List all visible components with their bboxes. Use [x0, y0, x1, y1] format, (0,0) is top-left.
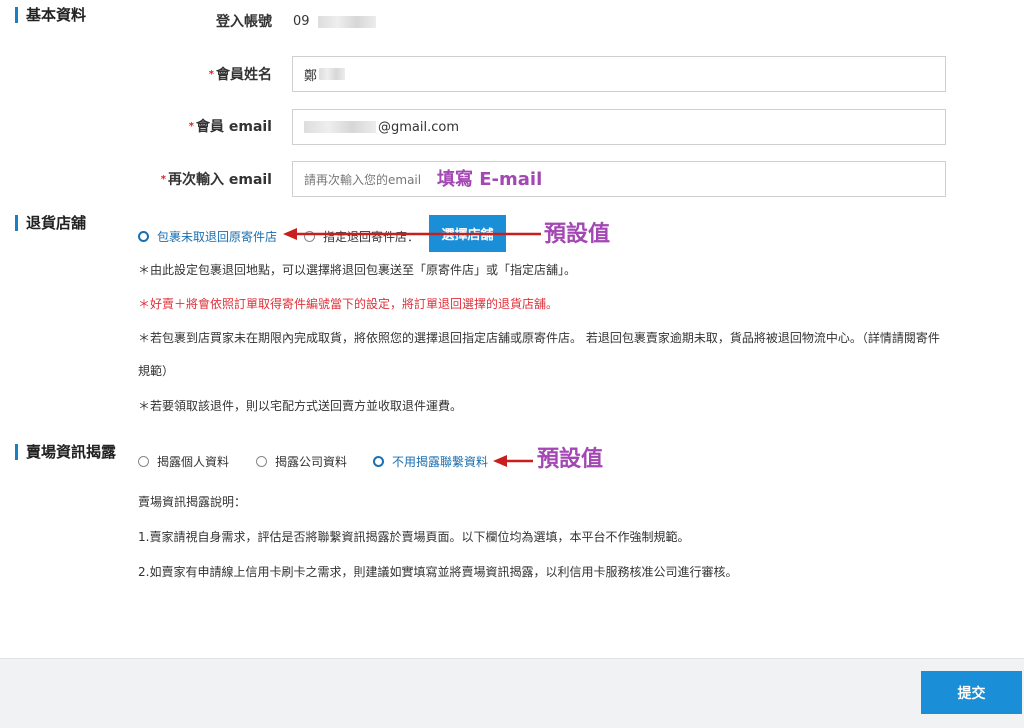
email2-label-text: 再次輸入 email	[167, 172, 272, 188]
radio-return-original-label: 包裹未取退回原寄件店	[157, 230, 278, 244]
email-value: @gmail.com	[378, 119, 460, 135]
radio-circle-selected	[138, 231, 149, 242]
annotation-arrow-icon	[493, 455, 533, 467]
account-value: 09	[293, 13, 376, 31]
radio-disclose-none-label: 不用揭露聯繫資料	[392, 455, 489, 469]
section-title-basic: 基本資料	[15, 6, 86, 24]
email-label: * 會員 email	[189, 118, 272, 136]
redacted-name	[319, 68, 346, 80]
account-label: 登入帳號	[216, 14, 272, 30]
settings-panel: 基本資料 登入帳號 09 * 會員姓名 鄭 * 會員 email @gmail.co…	[0, 0, 1024, 659]
name-field[interactable]: 鄭	[292, 56, 946, 92]
radio-circle	[138, 456, 149, 467]
radio-circle-selected	[373, 456, 384, 467]
return-note-3-cont: 規範）	[138, 364, 175, 378]
email-field[interactable]: @gmail.com	[292, 109, 946, 145]
radio-disclose-company[interactable]: 揭露公司資料	[256, 453, 347, 470]
annotation-default-return: 預設值	[544, 222, 611, 247]
disclosure-note-title: 賣場資訊揭露說明：	[138, 495, 247, 509]
email2-field[interactable]: 請再次輸入您的email	[292, 161, 946, 197]
return-note-1: ＊由此設定包裹退回地點，可以選擇將退回包裹送至「原寄件店」或「指定店舖」。	[138, 263, 577, 277]
required-mark: *	[188, 121, 194, 132]
section-title-return-store: 退貨店舖	[15, 214, 86, 232]
disclosure-note-1: 1.賣家請視自身需求，評估是否將聯繫資訊揭露於賣場頁面。以下欄位均為選填，本平台…	[138, 530, 690, 544]
name-label: * 會員姓名	[209, 66, 272, 84]
radio-disclose-personal[interactable]: 揭露個人資料	[138, 453, 229, 470]
return-note-3: ＊若包裹到店買家未在期限內完成取貨，將依照您的選擇退回指定店舖或原寄件店。 若退…	[138, 331, 940, 345]
annotation-arrow-icon	[283, 228, 541, 240]
radio-return-original[interactable]: 包裹未取退回原寄件店	[138, 228, 277, 245]
email2-placeholder: 請再次輸入您的email	[304, 172, 422, 187]
section-title-disclosure: 賣場資訊揭露	[15, 443, 116, 461]
annotation-fill-email: 填寫 E-mail	[437, 169, 543, 190]
disclosure-note-2: 2.如賣家有申請線上信用卡刷卡之需求，則建議如實填寫並將賣場資訊揭露，以利信用卡…	[138, 565, 738, 579]
name-value: 鄭	[304, 68, 318, 84]
return-note-2: ＊好賣＋將會依照訂單取得寄件編號當下的設定，將訂單退回選擇的退貨店舖。	[138, 297, 559, 311]
annotation-default-disclosure: 預設值	[537, 447, 604, 472]
radio-circle	[256, 456, 267, 467]
name-label-text: 會員姓名	[216, 67, 272, 83]
footer-bar	[0, 659, 1024, 728]
radio-disclose-company-label: 揭露公司資料	[275, 455, 348, 469]
email2-label: * 再次輸入 email	[161, 171, 272, 189]
account-value-text: 09	[293, 14, 310, 29]
return-note-4: ＊若要領取該退件，則以宅配方式送回賣方並收取退件運費。	[138, 399, 463, 413]
redacted-account	[317, 15, 376, 28]
submit-button[interactable]: 提交	[921, 671, 1022, 714]
radio-disclose-personal-label: 揭露個人資料	[157, 455, 230, 469]
email-label-text: 會員 email	[195, 119, 272, 135]
radio-disclose-none[interactable]: 不用揭露聯繫資料	[373, 453, 488, 470]
required-mark: *	[208, 69, 214, 80]
redacted-email	[304, 121, 376, 133]
required-mark: *	[160, 174, 166, 185]
